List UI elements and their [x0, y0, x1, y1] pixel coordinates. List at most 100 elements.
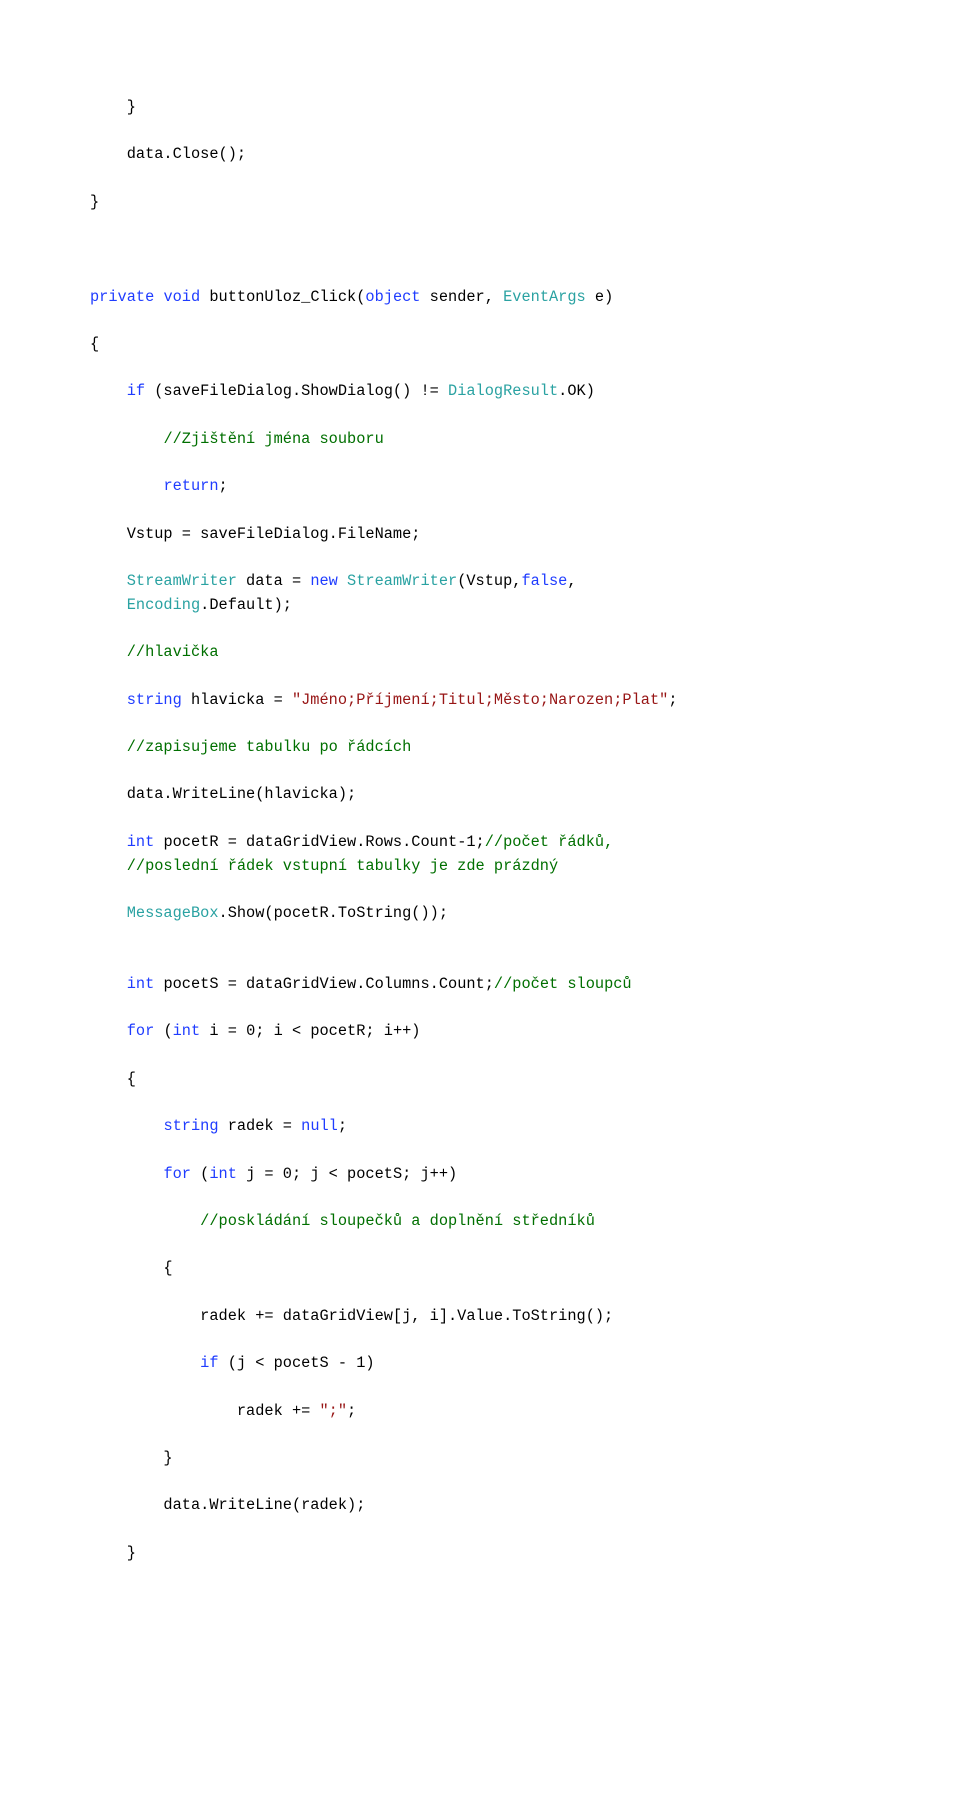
- code-line: [90, 712, 870, 736]
- code-line: radek += ";";: [90, 1400, 870, 1424]
- code-line: data.Close();: [90, 143, 870, 167]
- code-line: [90, 1423, 870, 1447]
- code-line: [90, 262, 870, 286]
- code-line: radek += dataGridView[j, i].Value.ToStri…: [90, 1305, 870, 1329]
- code-token: for: [127, 1022, 155, 1040]
- code-token: ;: [347, 1402, 356, 1420]
- code-token: [90, 382, 127, 400]
- code-token: }: [90, 98, 136, 116]
- code-token: [90, 1354, 200, 1372]
- code-token: string: [127, 691, 182, 709]
- code-token: data.Close();: [90, 145, 246, 163]
- code-line: }: [90, 1542, 870, 1566]
- code-token: radek +=: [90, 1402, 320, 1420]
- code-token: [90, 691, 127, 709]
- code-line: [90, 1329, 870, 1353]
- code-token: [90, 477, 163, 495]
- code-line: [90, 1518, 870, 1542]
- code-token: void: [163, 288, 200, 306]
- code-line: [90, 309, 870, 333]
- code-line: [90, 120, 870, 144]
- code-token: for: [163, 1165, 191, 1183]
- code-token: }: [90, 193, 99, 211]
- code-token: pocetR = dataGridView.Rows.Count-1;: [154, 833, 484, 851]
- code-token: ,: [567, 572, 576, 590]
- code-line: {: [90, 333, 870, 357]
- code-token: data =: [237, 572, 310, 590]
- code-token: int: [127, 833, 155, 851]
- code-line: [90, 238, 870, 262]
- code-line: [90, 546, 870, 570]
- code-line: Vstup = saveFileDialog.FileName;: [90, 523, 870, 547]
- code-line: [90, 499, 870, 523]
- code-line: return;: [90, 475, 870, 499]
- code-line: [90, 665, 870, 689]
- code-line: private void buttonUloz_Click(object sen…: [90, 286, 870, 310]
- code-token: if: [200, 1354, 218, 1372]
- code-token: ;: [338, 1117, 347, 1135]
- code-token: [90, 572, 127, 590]
- code-token: int: [127, 975, 155, 993]
- code-line: {: [90, 1068, 870, 1092]
- code-token: (saveFileDialog.ShowDialog() !=: [145, 382, 448, 400]
- code-token: private: [90, 288, 154, 306]
- code-line: [90, 1281, 870, 1305]
- code-token: [90, 1212, 200, 1230]
- code-line: [90, 760, 870, 784]
- code-token: data.WriteLine(radek);: [90, 1496, 365, 1514]
- code-line: [90, 1044, 870, 1068]
- code-token: int: [209, 1165, 237, 1183]
- code-token: [90, 833, 127, 851]
- code-line: [90, 167, 870, 191]
- code-token: ";": [320, 1402, 348, 1420]
- code-line: //zapisujeme tabulku po řádcích: [90, 736, 870, 760]
- code-token: [90, 1165, 163, 1183]
- code-token: "Jméno;Příjmení;Titul;Město;Narozen;Plat…: [292, 691, 668, 709]
- code-token: EventArgs: [503, 288, 586, 306]
- code-token: [90, 975, 127, 993]
- code-token: {: [90, 1259, 173, 1277]
- code-token: //počet sloupců: [494, 975, 632, 993]
- code-line: if (saveFileDialog.ShowDialog() != Dialo…: [90, 380, 870, 404]
- code-token: [90, 643, 127, 661]
- code-token: data.WriteLine(hlavicka);: [90, 785, 356, 803]
- code-line: int pocetR = dataGridView.Rows.Count-1;/…: [90, 831, 870, 855]
- code-token: [90, 596, 127, 614]
- code-line: //poskládání sloupečků a doplnění středn…: [90, 1210, 870, 1234]
- code-token: ;: [219, 477, 228, 495]
- code-token: //Zjištění jména souboru: [163, 430, 383, 448]
- code-token: [90, 1117, 163, 1135]
- code-line: [90, 878, 870, 902]
- code-line: }: [90, 191, 870, 215]
- code-line: data.WriteLine(radek);: [90, 1494, 870, 1518]
- code-line: [90, 215, 870, 239]
- code-line: [90, 949, 870, 973]
- code-token: {: [90, 1070, 136, 1088]
- code-token: return: [163, 477, 218, 495]
- code-token: [90, 857, 127, 875]
- code-line: if (j < pocetS - 1): [90, 1352, 870, 1376]
- code-token: (: [154, 1022, 172, 1040]
- code-token: ;: [668, 691, 677, 709]
- code-token: int: [173, 1022, 201, 1040]
- code-token: DialogResult: [448, 382, 558, 400]
- code-token: (: [191, 1165, 209, 1183]
- code-token: //poskládání sloupečků a doplnění středn…: [200, 1212, 595, 1230]
- code-token: Encoding: [127, 596, 200, 614]
- code-token: MessageBox: [127, 904, 219, 922]
- code-token: StreamWriter: [127, 572, 237, 590]
- code-line: [90, 1092, 870, 1116]
- code-token: false: [521, 572, 567, 590]
- code-token: sender,: [420, 288, 503, 306]
- code-line: int pocetS = dataGridView.Columns.Count;…: [90, 973, 870, 997]
- code-token: StreamWriter: [347, 572, 457, 590]
- code-token: object: [365, 288, 420, 306]
- code-line: [90, 452, 870, 476]
- code-line: [90, 1139, 870, 1163]
- code-line: //Zjištění jména souboru: [90, 428, 870, 452]
- code-token: [90, 1022, 127, 1040]
- code-line: [90, 926, 870, 950]
- code-line: string hlavicka = "Jméno;Příjmení;Titul;…: [90, 689, 870, 713]
- code-token: if: [127, 382, 145, 400]
- code-token: {: [90, 335, 99, 353]
